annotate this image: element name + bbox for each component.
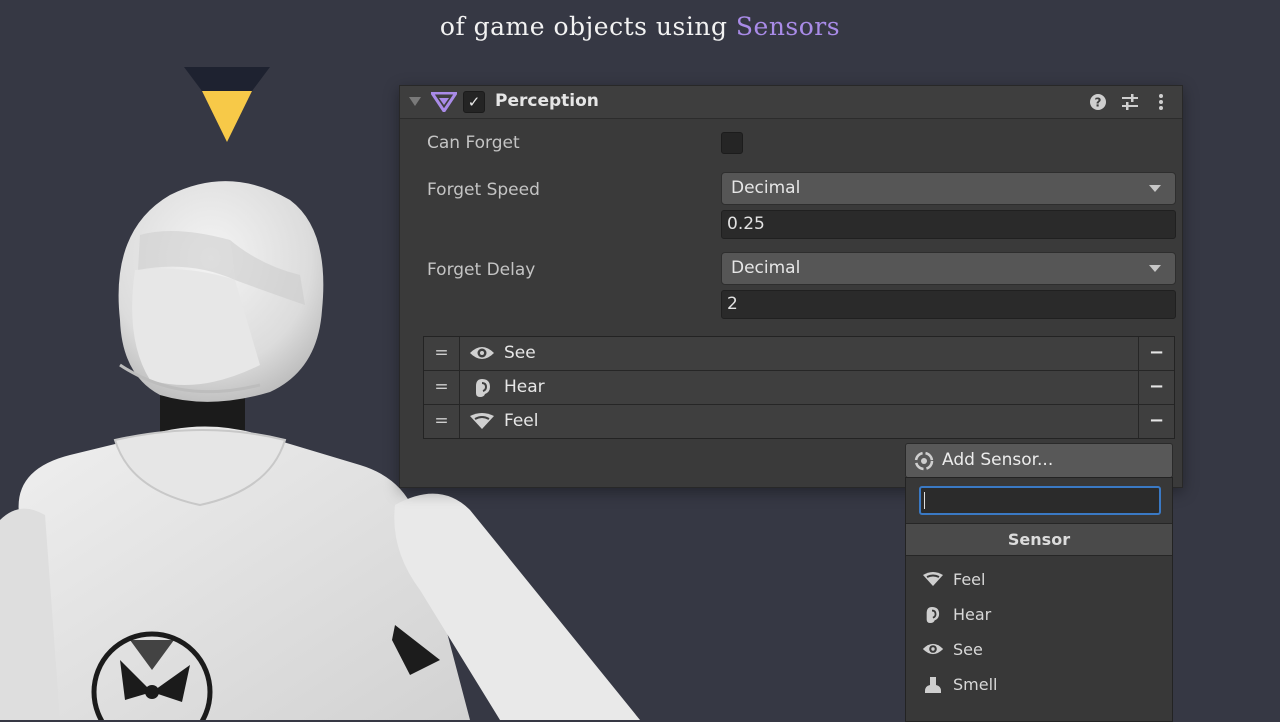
sensor-search-input[interactable] [919,486,1161,515]
list-item[interactable]: = Hear − [424,371,1174,405]
fold-arrow-icon[interactable] [409,97,421,106]
feel-wave-icon [923,572,943,586]
help-icon[interactable]: ? [1089,93,1107,111]
drag-handle-icon[interactable]: = [424,405,460,438]
popup-section-header: Sensor [906,523,1172,556]
perception-component-panel: ✓ Perception ? Can Forget Forget Speed D… [399,85,1183,488]
forget-delay-type-dropdown[interactable]: Decimal [721,252,1176,285]
forget-delay-type-value: Decimal [731,258,801,278]
forget-delay-input[interactable]: 2 [721,290,1176,319]
popup-item-smell[interactable]: Smell [906,669,1172,701]
sensor-hear-label: Hear [504,377,545,397]
ear-icon [926,607,940,623]
nose-icon [925,677,941,693]
heading-prefix: of game objects using [439,12,736,41]
presets-icon[interactable] [1121,93,1139,111]
sensor-feel-label: Feel [504,411,539,431]
list-item[interactable]: = See − [424,337,1174,371]
ear-icon [476,379,490,397]
sensor-see-label: See [504,343,536,363]
forget-speed-type-dropdown[interactable]: Decimal [721,172,1176,205]
eye-icon [922,643,944,655]
text-cursor [924,492,925,509]
forget-speed-input[interactable]: 0.25 [721,210,1176,239]
eye-icon [470,347,494,359]
add-sensor-icon [914,451,934,471]
add-sensor-label: Add Sensor... [942,450,1054,470]
add-sensor-popup: Sensor Feel Hear See Smell [905,477,1173,722]
more-options-icon[interactable] [1156,93,1166,111]
drag-handle-icon[interactable]: = [424,371,460,404]
popup-item-see-label: See [953,640,983,659]
svg-text:?: ? [1095,96,1102,110]
chevron-down-icon [1149,185,1161,192]
popup-item-hear-label: Hear [953,605,992,624]
remove-sensor-feel-button[interactable]: − [1138,405,1174,438]
heading-accent: Sensors [735,12,841,41]
popup-item-smell-label: Smell [953,675,998,694]
feel-wave-icon [470,413,494,429]
chevron-down-icon [1149,265,1161,272]
forget-speed-label: Forget Speed [427,180,540,200]
popup-item-feel[interactable]: Feel [906,564,1172,596]
add-sensor-button[interactable]: Add Sensor... [905,443,1173,478]
component-header: ✓ Perception ? [400,86,1182,119]
popup-item-feel-label: Feel [953,570,986,589]
forget-speed-value: 0.25 [727,214,765,234]
forget-delay-value: 2 [727,294,738,314]
component-enabled-checkbox[interactable]: ✓ [463,91,485,113]
list-item[interactable]: = Feel − [424,405,1174,438]
heading-text: of game objects using Sensors [0,12,1280,41]
forget-delay-label: Forget Delay [427,260,536,280]
popup-item-see[interactable]: See [906,634,1172,666]
can-forget-label: Can Forget [427,133,520,153]
perception-triangle-icon [431,92,457,112]
component-title: Perception [495,91,599,111]
drag-handle-icon[interactable]: = [424,337,460,370]
sensor-list: = See − = Hear − = Feel − [423,336,1175,439]
can-forget-checkbox[interactable] [721,132,743,154]
forget-speed-type-value: Decimal [731,178,801,198]
popup-item-hear[interactable]: Hear [906,599,1172,631]
remove-sensor-hear-button[interactable]: − [1138,371,1174,404]
logo-triangle-icon [184,67,270,142]
remove-sensor-see-button[interactable]: − [1138,337,1174,370]
